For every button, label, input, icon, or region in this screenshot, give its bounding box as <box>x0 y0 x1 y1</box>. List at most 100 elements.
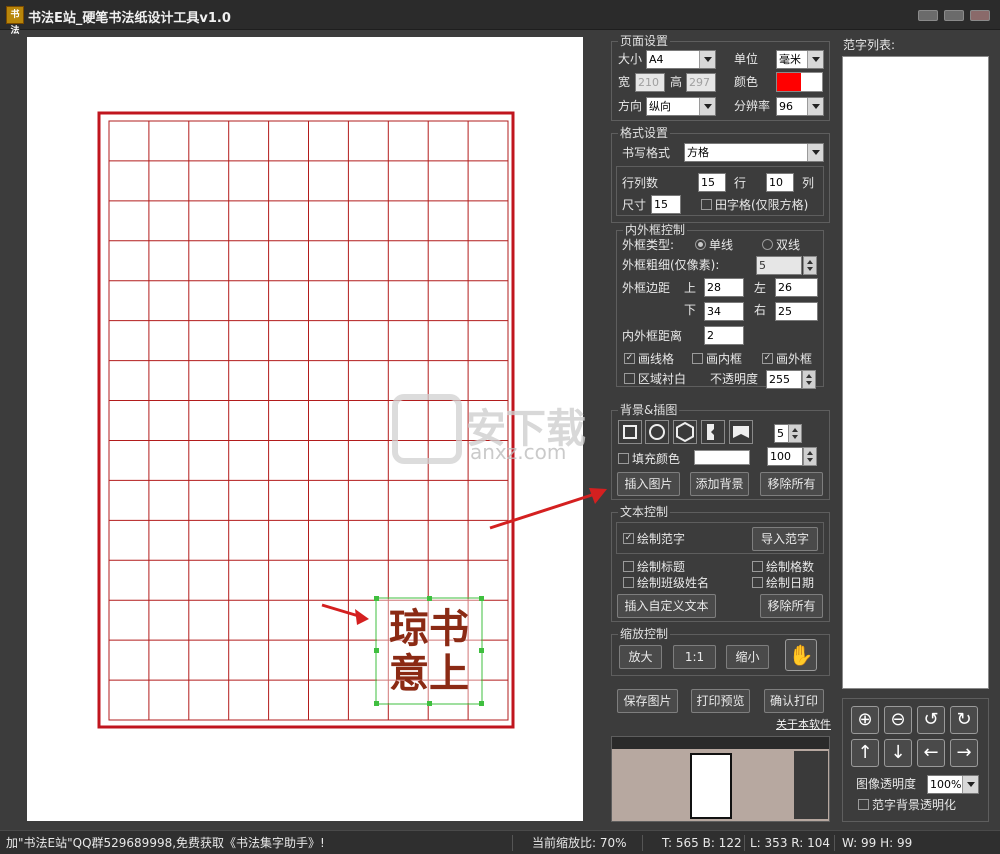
fill-opacity-field[interactable]: 100 <box>767 447 803 466</box>
draw-inner-frame-checkbox[interactable] <box>692 353 703 364</box>
shape-count-spinner[interactable] <box>788 424 802 443</box>
rotate-right-button[interactable]: ↻ <box>950 706 978 734</box>
hand-tool-button[interactable]: ✋ <box>785 639 817 671</box>
save-image-button[interactable]: 保存图片 <box>617 689 678 713</box>
square-shape-button[interactable] <box>618 420 642 444</box>
margin-top-field[interactable]: 28 <box>704 278 744 297</box>
draw-title-checkbox[interactable] <box>623 561 634 572</box>
zoom-out-image-button[interactable]: ⊖ <box>884 706 912 734</box>
draw-grid-count-label: 绘制格数 <box>766 560 815 574</box>
draw-date-checkbox[interactable] <box>752 577 763 588</box>
area-bg-checkbox[interactable] <box>624 373 635 384</box>
width-field[interactable]: 210 <box>635 73 665 92</box>
move-right-button[interactable]: → <box>950 739 978 767</box>
actual-size-button[interactable]: 1:1 <box>673 645 716 669</box>
insert-image-button[interactable]: 插入图片 <box>617 472 680 496</box>
confirm-print-button[interactable]: 确认打印 <box>764 689 824 713</box>
fill-color-swatch[interactable] <box>694 450 750 465</box>
status-bar: 加"书法E站"QQ群529689998,免费获取《书法集字助手》! 当前缩放比:… <box>0 830 1000 854</box>
unit-label: 单位 <box>734 52 759 66</box>
hexagon-icon <box>676 421 694 443</box>
maximize-button[interactable] <box>944 10 964 21</box>
print-preview-button[interactable]: 打印预览 <box>691 689 750 713</box>
paper-size-value: A4 <box>649 53 664 66</box>
cell-size-field[interactable]: 15 <box>651 195 681 214</box>
status-zoom: 当前缩放比: 70% <box>532 836 627 850</box>
single-line-radio[interactable] <box>695 239 706 250</box>
draw-sample-checkbox[interactable]: ✓ <box>623 533 634 544</box>
circle-shape-button[interactable] <box>645 420 669 444</box>
double-line-radio[interactable] <box>762 239 773 250</box>
rotate-right-icon: ↻ <box>956 709 972 730</box>
square-icon <box>623 425 637 439</box>
opacity-field[interactable]: 255 <box>766 370 802 389</box>
banner-shape-button[interactable] <box>729 420 753 444</box>
margin-right-field[interactable]: 25 <box>775 302 818 321</box>
tianzige-checkbox[interactable] <box>701 199 712 210</box>
draw-grid-label: 画线格 <box>638 352 675 366</box>
thumbnail-preview[interactable] <box>611 736 830 822</box>
remove-all-images-button[interactable]: 移除所有 <box>760 472 823 496</box>
thumbnail-panel <box>794 751 828 819</box>
draw-grid-checkbox[interactable]: ✓ <box>624 353 635 364</box>
cols-field[interactable]: 10 <box>766 173 794 192</box>
zoom-in-image-button[interactable]: ⊕ <box>851 706 879 734</box>
draw-outer-frame-checkbox[interactable]: ✓ <box>762 353 773 364</box>
draw-class-name-checkbox[interactable] <box>623 577 634 588</box>
draw-grid-count-checkbox[interactable] <box>752 561 763 572</box>
margin-bottom-field[interactable]: 34 <box>704 302 744 321</box>
sample-bg-transparent-label: 范字背景透明化 <box>872 798 957 812</box>
draw-outer-frame-label: 画外框 <box>776 352 813 366</box>
chevron-down-icon <box>807 144 823 161</box>
insert-custom-text-button[interactable]: 插入自定义文本 <box>617 594 716 618</box>
fill-opacity-spinner[interactable] <box>803 447 817 466</box>
move-down-button[interactable]: ↓ <box>884 739 912 767</box>
fill-color-checkbox[interactable] <box>618 453 629 464</box>
about-link[interactable]: 关于本软件 <box>776 717 831 733</box>
hexagon-shape-button[interactable] <box>673 420 697 444</box>
opacity-spinner[interactable] <box>802 370 816 389</box>
annotation-arrow-large <box>489 488 607 530</box>
margin-left-field[interactable]: 26 <box>775 278 818 297</box>
thickness-spinner[interactable] <box>803 256 817 275</box>
orientation-select[interactable]: 纵向 <box>646 97 716 116</box>
inner-outer-distance-label: 内外框距离 <box>622 329 683 343</box>
window-title: 书法E站_硬笔书法纸设计工具v1.0 <box>28 11 231 26</box>
chevron-down-icon <box>962 776 978 793</box>
import-sample-button[interactable]: 导入范字 <box>752 527 818 551</box>
image-opacity-select[interactable]: 100% <box>927 775 979 794</box>
sample-list[interactable] <box>842 56 989 689</box>
status-left-right: L: 353 R: 104 <box>750 836 830 850</box>
zoom-in-button[interactable]: 放大 <box>619 645 662 669</box>
draw-date-label: 绘制日期 <box>766 576 815 590</box>
margin-top-label: 上 <box>684 281 697 295</box>
inner-outer-distance-field[interactable]: 2 <box>704 326 744 345</box>
annotation-arrow-small <box>321 603 369 625</box>
bracket-shape-button[interactable] <box>701 420 725 444</box>
frame-thickness-field[interactable]: 5 <box>756 256 802 275</box>
writing-style-select[interactable]: 方格 <box>684 143 824 162</box>
minimize-button[interactable] <box>918 10 938 21</box>
sample-bg-transparent-checkbox[interactable] <box>858 799 869 810</box>
plus-circle-icon: ⊕ <box>857 709 873 730</box>
rotate-left-button[interactable]: ↺ <box>917 706 945 734</box>
seal-image[interactable]: 琼书 意上 <box>374 596 484 706</box>
unit-select[interactable]: 毫米 <box>776 50 824 69</box>
move-up-button[interactable]: ↑ <box>851 739 879 767</box>
rows-field[interactable]: 15 <box>698 173 726 192</box>
close-button[interactable] <box>970 10 990 21</box>
add-background-button[interactable]: 添加背景 <box>690 472 749 496</box>
move-left-button[interactable]: ← <box>917 739 945 767</box>
zoom-out-button[interactable]: 缩小 <box>726 645 769 669</box>
color-picker[interactable] <box>776 72 823 92</box>
draw-sample-label: 绘制范字 <box>637 532 686 546</box>
remove-all-text-button[interactable]: 移除所有 <box>760 594 823 618</box>
arrow-up-icon: ↑ <box>857 742 873 763</box>
rows-cols-label: 行列数 <box>622 176 659 190</box>
resolution-value: 96 <box>779 100 793 113</box>
size-label: 大小 <box>618 52 643 66</box>
resolution-select[interactable]: 96 <box>776 97 824 116</box>
status-promo: 加"书法E站"QQ群529689998,免费获取《书法集字助手》! <box>6 836 325 850</box>
paper-size-select[interactable]: A4 <box>646 50 716 69</box>
height-field[interactable]: 297 <box>686 73 716 92</box>
